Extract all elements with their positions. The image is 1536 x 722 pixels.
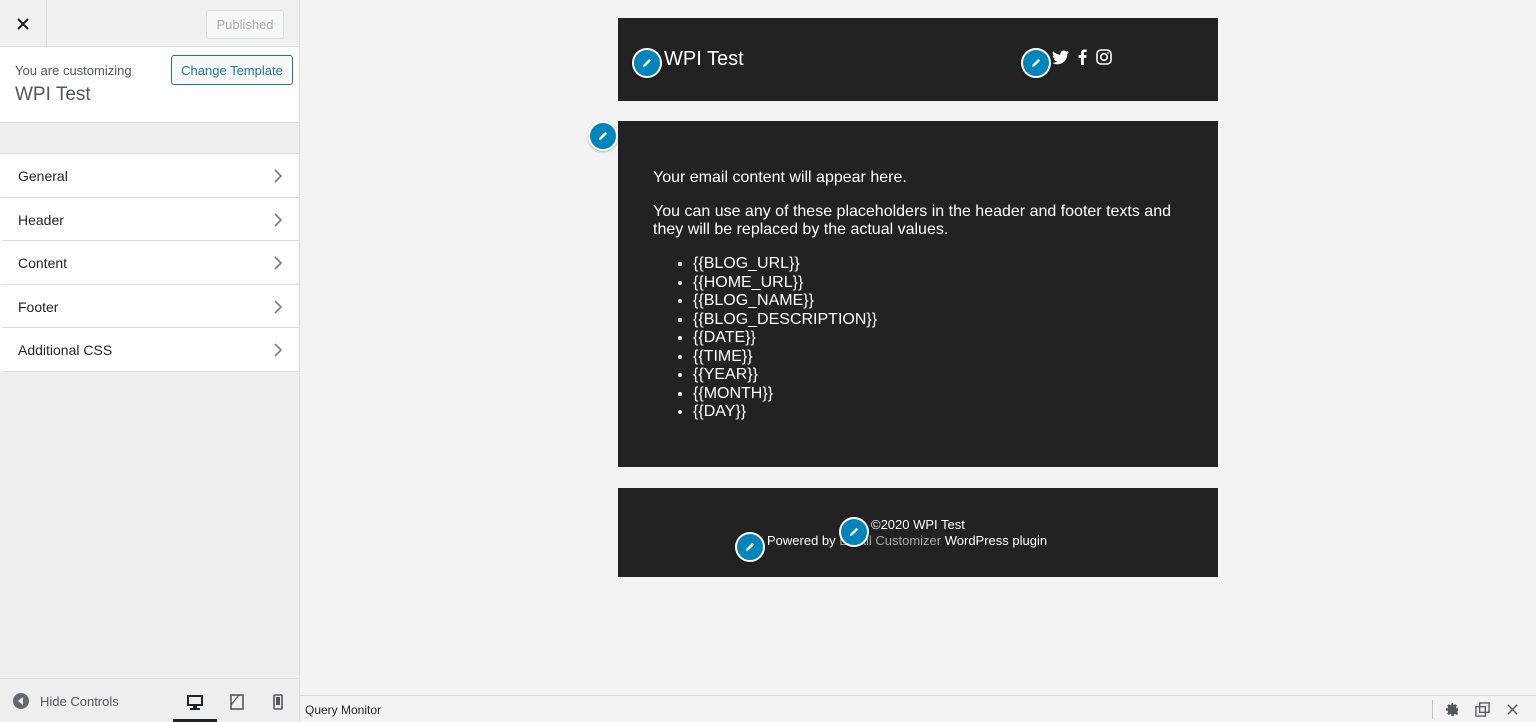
email-footer: ©2020 WPI Test Powered by Email Customiz… [618,488,1218,577]
preview-tablet-button[interactable] [222,689,252,715]
menu-item-header[interactable]: Header [0,198,299,242]
hide-controls-label: Hide Controls [40,693,119,709]
desktop-icon [187,694,203,710]
edit-content-button[interactable] [588,121,618,151]
section-menu: General Header Content Footer Additional… [0,153,299,372]
pencil-icon [643,58,652,67]
menu-item-additional-css[interactable]: Additional CSS [0,328,299,372]
chevron-right-icon [274,213,283,227]
list-item: {{BLOG_NAME}} [693,292,877,311]
facebook-icon[interactable] [1078,49,1087,65]
settings-button[interactable] [1444,701,1460,717]
list-item: {{DAY}} [693,403,877,422]
email-header: WPI Test [618,18,1218,101]
content-description: You can use any of these placeholders in… [653,203,1171,238]
chevron-right-icon [274,300,283,314]
chevron-right-icon [274,256,283,270]
gear-icon [1445,702,1458,716]
menu-item-label: Footer [18,298,59,315]
sidebar-footer: Hide Controls [0,678,299,722]
change-template-button[interactable]: Change Template [171,55,293,85]
customizer-sidebar: Published You are customizing WPI Test C… [0,0,300,722]
list-item: {{YEAR}} [693,366,877,385]
pencil-icon [599,131,608,140]
preview-mobile-button[interactable] [263,689,293,715]
preview-desktop-button[interactable] [173,689,217,722]
edit-footer-button[interactable] [735,532,765,562]
collapse-arrow-icon [13,693,29,709]
sidebar-header: Published [0,0,299,47]
footer-copyright: ©2020 WPI Test [871,517,965,532]
list-item: {{MONTH}} [693,385,877,404]
query-monitor-bar: Query Monitor [300,695,1536,722]
pencil-icon [746,542,755,551]
menu-item-general[interactable]: General [0,154,299,198]
email-preview: WPI Test Your email content will appear … [300,0,1536,695]
list-item: {{TIME}} [693,348,877,367]
site-name: WPI Test [664,48,744,70]
menu-item-label: General [18,168,68,184]
list-item: {{HOME_URL}} [693,274,877,293]
pencil-icon [1032,58,1041,67]
placeholder-list: {{BLOG_URL}} {{HOME_URL}} {{BLOG_NAME}} … [693,255,877,422]
chevron-right-icon [274,169,283,183]
customizing-label: You are customizing [15,63,132,78]
query-monitor-title[interactable]: Query Monitor [305,703,381,717]
tablet-icon [230,694,244,710]
hide-controls-button[interactable]: Hide Controls [13,693,119,709]
template-title: WPI Test [15,84,91,105]
close-icon [17,17,29,30]
chevron-right-icon [274,343,283,357]
menu-item-label: Header [18,211,64,228]
list-item: {{BLOG_URL}} [693,255,877,274]
list-item: {{DATE}} [693,329,877,348]
close-panel-button[interactable] [1504,701,1520,717]
edit-header-button[interactable] [632,48,662,78]
pop-out-button[interactable] [1474,701,1490,717]
menu-item-label: Additional CSS [18,342,113,359]
customizing-info: You are customizing WPI Test Change Temp… [0,47,299,123]
pencil-icon [850,527,859,536]
powered-suffix: WordPress plugin [941,533,1048,548]
social-icons [1052,49,1112,65]
edit-copyright-button[interactable] [839,517,869,547]
close-icon [1506,703,1518,715]
menu-item-content[interactable]: Content [0,241,299,285]
mobile-icon [273,694,283,710]
edit-social-button[interactable] [1021,48,1051,78]
powered-prefix: Powered by [767,533,840,548]
pop-out-icon [1474,701,1490,717]
menu-item-label: Content [18,255,68,272]
close-customizer-button[interactable] [0,0,47,47]
content-intro: Your email content will appear here. [653,169,907,186]
instagram-icon[interactable] [1096,49,1112,65]
twitter-icon[interactable] [1052,49,1069,65]
footer-powered-by: Powered by Email Customizer WordPress pl… [767,533,1047,548]
list-item: {{BLOG_DESCRIPTION}} [693,311,877,330]
email-content: Your email content will appear here. You… [618,121,1218,467]
published-button[interactable]: Published [206,10,284,39]
menu-item-footer[interactable]: Footer [0,285,299,329]
divider [1432,700,1433,719]
